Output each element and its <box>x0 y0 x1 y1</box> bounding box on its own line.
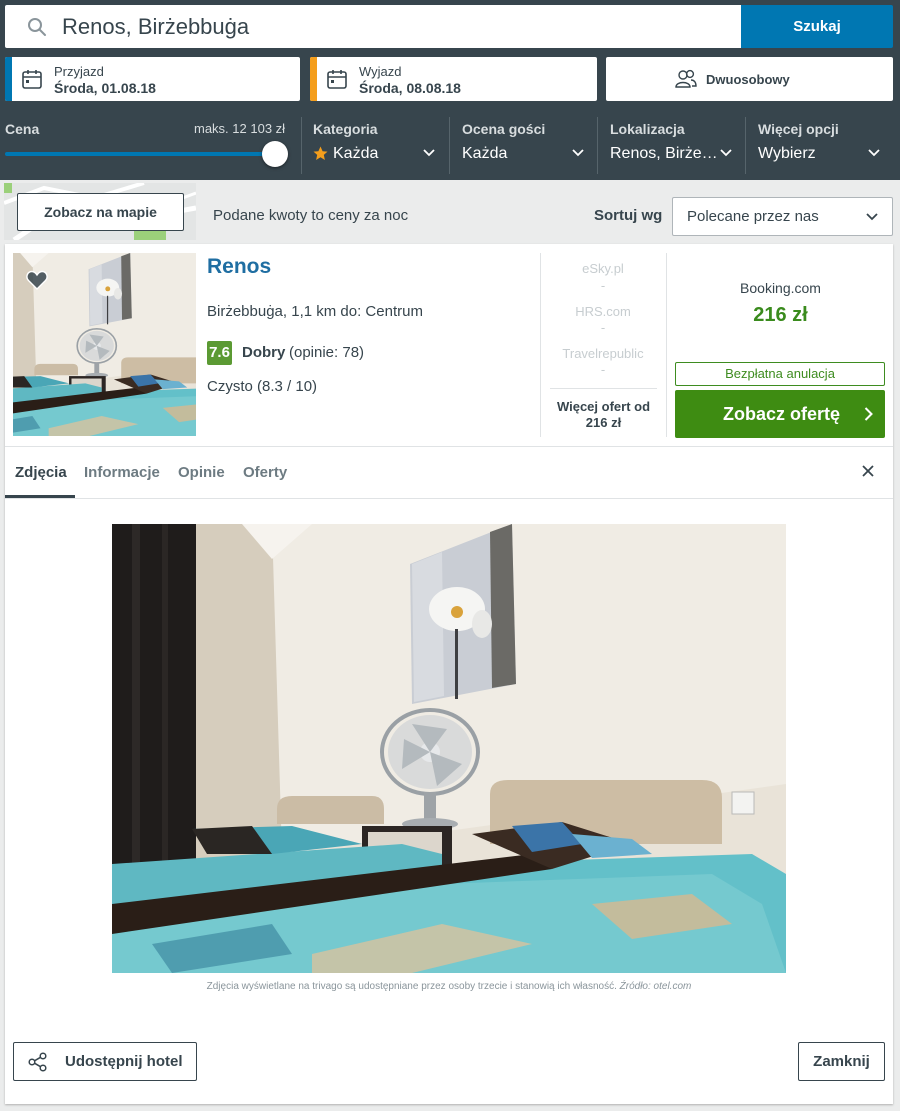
close-icon[interactable] <box>861 464 875 478</box>
filter-divider <box>745 117 746 174</box>
view-deal-button[interactable]: Zobacz ofertę <box>675 390 885 438</box>
filter-bar: Cena maks. 12 103 zł Kategoria Każda Oce… <box>0 110 900 180</box>
results-toolbar: Zobacz na mapie Podane kwoty to ceny za … <box>0 180 900 244</box>
sort-label: Sortuj wg <box>594 207 663 224</box>
hotel-location: Birżebbuġa, 1,1 km do: Centrum <box>207 303 423 320</box>
partner-name[interactable]: Travelrepublic <box>542 346 664 361</box>
price-max-label: maks. 12 103 zł <box>194 121 286 136</box>
partner-name[interactable]: HRS.com <box>542 304 664 319</box>
location-filter[interactable]: Lokalizacja Renos, Birże… <box>610 110 734 180</box>
column-divider <box>540 253 541 437</box>
photo-credit-source: Źródło: otel.com <box>619 981 692 992</box>
chevron-right-icon <box>864 407 873 421</box>
rating-score-badge: 7.6 <box>207 341 232 365</box>
detail-tabs: Zdjęcia Informacje Opinie Oferty <box>5 447 893 499</box>
hotel-photo-image <box>112 524 786 973</box>
active-tab-indicator <box>5 495 75 498</box>
show-on-map-button[interactable]: Zobacz na mapie <box>17 193 184 231</box>
chevron-down-icon <box>720 149 732 157</box>
price-filter-title: Cena <box>5 121 40 137</box>
tab-info[interactable]: Informacje <box>84 464 160 481</box>
more-options-filter[interactable]: Więcej opcji Wybierz <box>758 110 884 180</box>
rating-word: Dobry <box>242 344 286 361</box>
guest-rating-filter[interactable]: Ocena gości Każda <box>462 110 586 180</box>
view-deal-label: Zobacz ofertę <box>723 404 841 424</box>
best-deal-partner: Booking.com <box>740 280 821 296</box>
search-icon <box>28 18 46 36</box>
search-input[interactable]: Renos, Birżebbuġa <box>5 5 742 48</box>
checkout-stripe <box>310 57 317 101</box>
people-icon <box>675 69 697 88</box>
search-query-text[interactable]: Renos, Birżebbuġa <box>62 14 249 40</box>
share-icon <box>28 1052 47 1072</box>
search-header: Renos, Birżebbuġa Szukaj Przyjazd Środa,… <box>0 0 900 180</box>
checkin-value: Środa, 01.08.18 <box>54 80 156 96</box>
photo-credit: Zdjęcia wyświetlane na trivago są udostę… <box>5 981 893 992</box>
checkin-date-field[interactable]: Przyjazd Środa, 01.08.18 <box>5 57 300 101</box>
checkin-label: Przyjazd <box>54 64 104 79</box>
free-cancellation-badge: Bezpłatna anulacja <box>675 362 885 386</box>
tab-reviews[interactable]: Opinie <box>178 464 225 481</box>
star-icon <box>313 146 328 160</box>
checkout-date-field[interactable]: Wyjazd Środa, 08.08.18 <box>310 57 597 101</box>
filter-divider <box>301 117 302 174</box>
chevron-down-icon <box>572 149 584 157</box>
sort-select[interactable]: Polecane przez nas <box>672 197 893 236</box>
filter-divider <box>597 117 598 174</box>
room-type-label: Dwuosobowy <box>706 72 790 87</box>
location-filter-value: Renos, Birże… <box>610 145 718 162</box>
chevron-down-icon <box>868 149 880 157</box>
filter-divider <box>449 117 450 174</box>
price-note: Podane kwoty to ceny za noc <box>213 207 409 224</box>
hotel-thumbnail[interactable] <box>13 253 196 436</box>
price-slider-handle[interactable] <box>262 141 288 167</box>
share-hotel-button[interactable]: Udostępnij hotel <box>13 1042 197 1081</box>
chevron-down-icon <box>866 213 878 221</box>
room-type-selector[interactable]: Dwuosobowy <box>606 57 893 101</box>
search-button[interactable]: Szukaj <box>741 5 893 48</box>
close-button[interactable]: Zamknij <box>798 1042 885 1081</box>
category-filter[interactable]: Kategoria Każda <box>313 110 438 180</box>
column-divider <box>666 253 667 437</box>
guest-rating-filter-value: Każda <box>462 145 508 162</box>
tab-photos[interactable]: Zdjęcia <box>15 464 67 481</box>
tab-deals[interactable]: Oferty <box>243 464 287 481</box>
sort-select-value: Polecane przez nas <box>687 208 819 225</box>
calendar-icon <box>22 70 42 89</box>
category-filter-title: Kategoria <box>313 121 378 137</box>
hotel-card: Renos Birżebbuġa, 1,1 km do: Centrum 7.6… <box>5 244 893 1104</box>
more-offers-link[interactable]: Więcej ofert od 216 zł <box>550 388 657 431</box>
best-deal-price: 216 zł <box>753 304 808 326</box>
more-options-value: Wybierz <box>758 145 816 162</box>
checkout-label: Wyjazd <box>359 64 402 79</box>
cleanliness-score: Czysto (8.3 / 10) <box>207 378 318 395</box>
location-filter-title: Lokalizacja <box>610 121 685 137</box>
partner-name[interactable]: eSky.pl <box>542 261 664 276</box>
category-filter-value: Każda <box>333 145 379 162</box>
share-hotel-label: Udostępnij hotel <box>65 1053 183 1070</box>
partner-price: - <box>600 320 606 335</box>
hotel-photo[interactable] <box>112 524 786 973</box>
partner-price: - <box>600 278 606 293</box>
heart-icon[interactable] <box>26 270 48 290</box>
price-slider-track[interactable] <box>5 152 273 156</box>
hotel-name[interactable]: Renos <box>207 255 271 279</box>
checkin-stripe <box>5 57 12 101</box>
rating-count[interactable]: (opinie: 78) <box>289 344 364 361</box>
checkout-value: Środa, 08.08.18 <box>359 80 461 96</box>
photo-credit-text: Zdjęcia wyświetlane na trivago są udostę… <box>206 981 617 992</box>
calendar-icon <box>327 70 347 89</box>
chevron-down-icon <box>423 149 435 157</box>
guest-rating-filter-title: Ocena gości <box>462 121 546 137</box>
partner-price: - <box>600 362 606 377</box>
more-options-title: Więcej opcji <box>758 121 839 137</box>
